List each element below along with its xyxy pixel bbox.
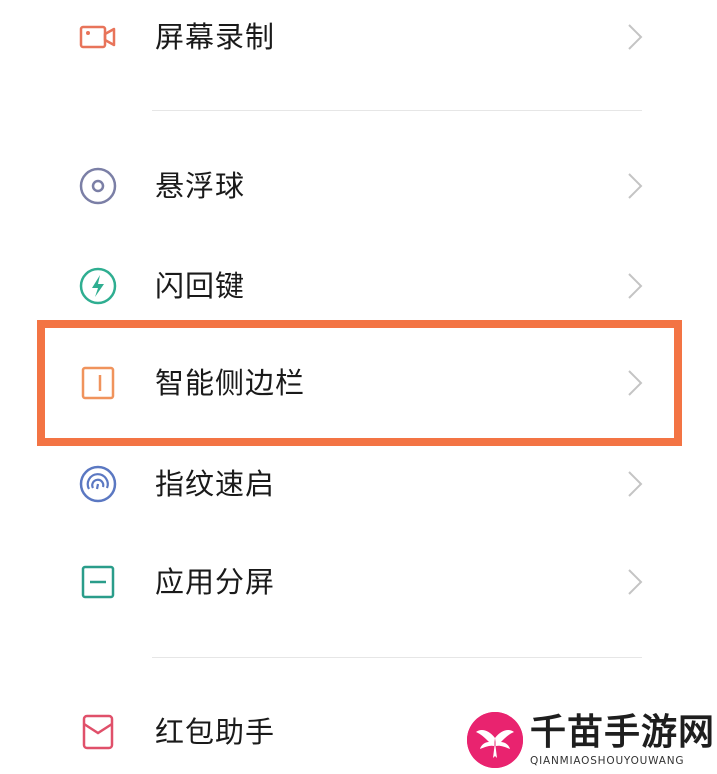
watermark-logo-icon: [467, 712, 523, 768]
settings-item-label: 悬浮球: [155, 169, 246, 203]
settings-item-split-screen[interactable]: 应用分屏: [0, 542, 717, 622]
settings-item-label: 指纹速启: [155, 467, 276, 501]
smart-sidebar-icon: [78, 363, 118, 403]
settings-item-fingerprint-launch[interactable]: 指纹速启: [0, 444, 717, 524]
section-divider: [152, 657, 642, 658]
watermark-subtitle: QIANMIAOSHOUYOUWANG: [530, 755, 685, 767]
split-screen-icon: [78, 562, 118, 602]
settings-item-floating-ball[interactable]: 悬浮球: [0, 146, 717, 226]
fingerprint-icon: [78, 464, 118, 504]
video-record-icon: [78, 17, 118, 57]
settings-item-label: 屏幕录制: [155, 20, 276, 54]
flash-back-icon: [78, 266, 118, 306]
chevron-right-icon: [624, 469, 646, 499]
chevron-right-icon: [624, 271, 646, 301]
chevron-right-icon: [624, 368, 646, 398]
settings-item-label: 红包助手: [155, 715, 276, 749]
watermark-title: 千苗手游网: [530, 711, 716, 753]
floating-ball-icon: [78, 166, 118, 206]
settings-item-label: 闪回键: [155, 269, 246, 303]
settings-item-smart-sidebar[interactable]: 智能侧边栏: [0, 343, 717, 423]
settings-item-label: 智能侧边栏: [155, 366, 306, 400]
settings-item-screen-recording[interactable]: 屏幕录制: [0, 0, 717, 77]
settings-item-flash-back[interactable]: 闪回键: [0, 246, 717, 326]
chevron-right-icon: [624, 567, 646, 597]
chevron-right-icon: [624, 171, 646, 201]
section-divider: [152, 110, 642, 111]
settings-item-label: 应用分屏: [155, 565, 276, 599]
chevron-right-icon: [624, 22, 646, 52]
watermark: 千苗手游网 QIANMIAOSHOUYOUWANG: [462, 708, 717, 774]
red-packet-icon: [78, 712, 118, 752]
